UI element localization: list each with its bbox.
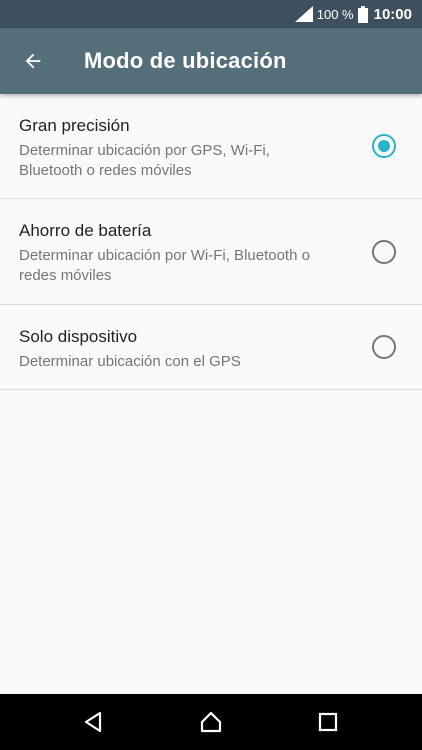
status-clock: 10:00 [373,5,412,23]
nav-back-button[interactable] [64,694,124,750]
recents-icon [318,712,338,732]
nav-home-button[interactable] [181,694,241,750]
location-mode-list: Gran precisión Determinar ubicación por … [0,94,422,390]
option-summary: Determinar ubicación por Wi-Fi, Bluetoot… [19,247,310,284]
option-summary: Determinar ubicación con el GPS [19,353,241,370]
option-title: Gran precisión [19,116,130,135]
page-title: Modo de ubicación [84,48,287,73]
option-summary: Determinar ubicación por GPS, Wi-Fi, Blu… [19,142,270,179]
battery-percent: 100 % [316,6,354,22]
radio-button[interactable] [372,239,396,264]
status-bar: 100 % 10:00 [0,0,422,28]
signal-icon [294,6,313,22]
arrow-left-icon [25,53,41,69]
back-triangle-icon [84,711,102,733]
option-battery-saving[interactable]: Ahorro de batería Determinar ubicación p… [0,199,422,305]
home-icon [200,711,222,733]
app-bar: Modo de ubicación [0,28,422,94]
battery-icon [357,5,368,23]
nav-recents-button[interactable] [298,694,358,750]
radio-button-checked[interactable] [372,134,396,158]
option-title: Ahorro de batería [19,221,152,240]
option-high-accuracy[interactable]: Gran precisión Determinar ubicación por … [0,94,422,199]
navigation-bar [0,694,422,750]
option-title: Solo dispositivo [19,327,138,346]
option-device-only[interactable]: Solo dispositivo Determinar ubicación co… [0,305,422,390]
radio-button[interactable] [372,335,396,359]
back-button[interactable] [0,28,66,94]
